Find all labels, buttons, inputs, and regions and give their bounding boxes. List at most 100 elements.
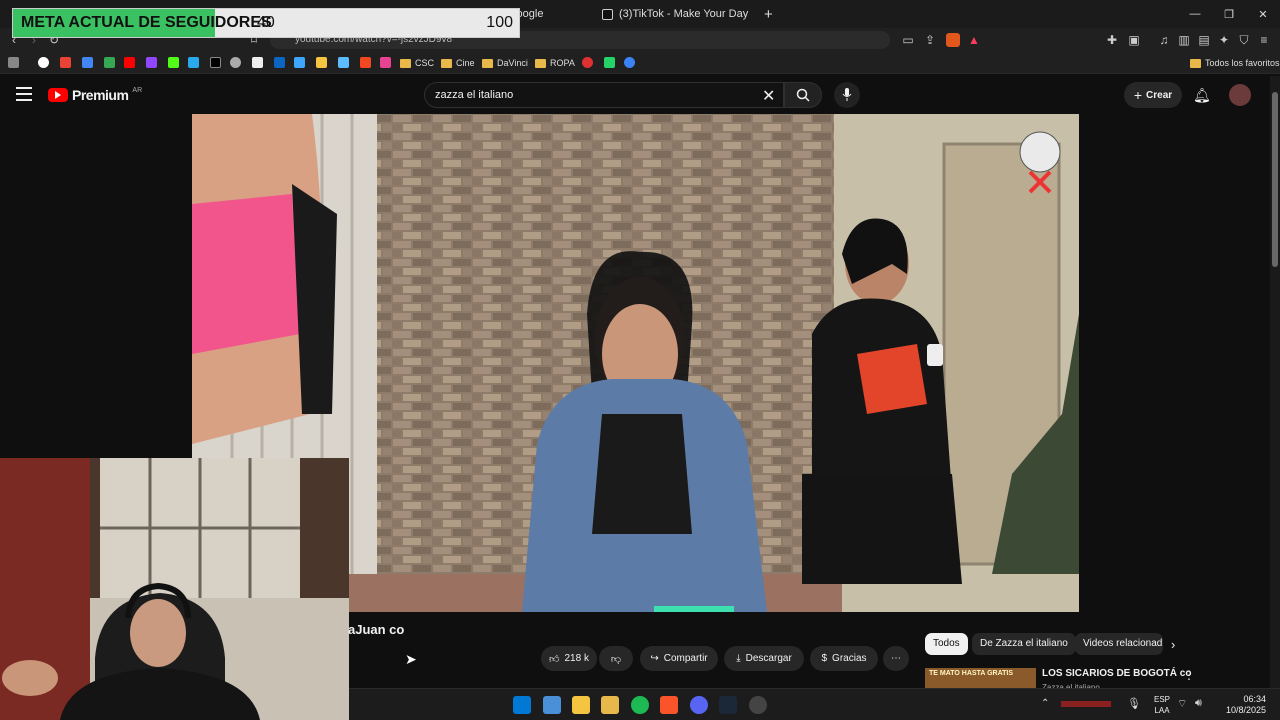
chip-all[interactable]: Todos <box>925 633 968 655</box>
bookmark-folder[interactable]: CSC <box>400 55 434 71</box>
search-icon <box>796 88 810 102</box>
youtube-bookmark-icon[interactable] <box>124 57 135 68</box>
goal-current-count: 40 <box>257 14 275 31</box>
threads-bookmark-icon[interactable] <box>230 57 241 68</box>
telegram-bookmark-icon[interactable] <box>188 57 199 68</box>
twitch-bookmark-icon[interactable] <box>146 57 157 68</box>
more-vertical-icon[interactable]: ⋮ <box>1183 668 1195 682</box>
goal-label: META ACTUAL DE SEGUIDORES <box>21 14 272 31</box>
screenshot-icon[interactable]: ▣ <box>1126 32 1142 48</box>
sticky-notes-icon[interactable] <box>572 696 590 714</box>
notifications-bell-icon[interactable]: 🔔︎ <box>1193 87 1211 104</box>
search-input[interactable]: zazza el italiano <box>424 82 784 108</box>
super-thanks-icon: $ <box>821 653 828 664</box>
microphone-tray-icon[interactable]: 🎙︎ <box>1127 697 1141 710</box>
clear-search-icon[interactable]: ✕ <box>762 86 775 106</box>
scrollbar-thumb[interactable] <box>1272 92 1278 267</box>
apps-grid-icon[interactable] <box>8 57 19 68</box>
chevron-right-icon[interactable]: › <box>1171 637 1175 652</box>
vpn-icon[interactable]: ⛉ <box>1236 32 1252 48</box>
windows-taskbar: ⌃ 🎙︎ ESP LAA ⌔ 🔊︎ 06:34 10/8/2025 <box>349 688 1280 720</box>
linkedin-bookmark-icon[interactable] <box>274 57 285 68</box>
bookmark-icon-4[interactable] <box>360 57 371 68</box>
google-bookmark-icon[interactable] <box>38 57 49 68</box>
kick-bookmark-icon[interactable] <box>168 57 179 68</box>
folder-icon <box>482 58 493 68</box>
youtube-premium-logo[interactable]: Premium AR <box>48 87 142 103</box>
youtube-play-icon <box>48 88 68 102</box>
share-button[interactable]: ↪ Compartir <box>640 646 718 671</box>
gmail-bookmark-icon[interactable] <box>60 57 71 68</box>
more-actions-button[interactable]: ⋯ <box>883 646 909 671</box>
like-button[interactable]: 👍︎ 218 k <box>541 646 597 671</box>
spotify-icon[interactable] <box>631 696 649 714</box>
hamburger-menu-icon[interactable] <box>16 87 32 101</box>
bookmark-folder[interactable]: ROPA <box>535 55 575 71</box>
media-icon[interactable]: ♫ <box>1156 32 1172 48</box>
hoodie-graphic <box>857 344 927 414</box>
country-code: AR <box>132 86 143 94</box>
rewards-icon[interactable]: ▲ <box>966 32 982 48</box>
system-clock[interactable]: 06:34 10/8/2025 <box>1226 694 1266 716</box>
tab-tiktok[interactable]: (3)TikTok - Make Your Day <box>594 4 756 24</box>
tray-meter-icon[interactable] <box>1061 701 1111 707</box>
whatsapp-bookmark-icon[interactable] <box>604 57 615 68</box>
photos-app-icon[interactable] <box>543 696 561 714</box>
avatar[interactable] <box>1229 84 1251 106</box>
volume-icon[interactable]: 🔊︎ <box>1195 697 1202 710</box>
maps-bookmark-icon[interactable] <box>104 57 115 68</box>
bookmark-icon-1[interactable] <box>294 57 305 68</box>
file-explorer-icon[interactable] <box>601 696 619 714</box>
bookmark-folder[interactable]: Cine <box>441 55 475 71</box>
close-icon[interactable]: ✕ <box>1246 0 1280 28</box>
more-horizontal-icon: ⋯ <box>891 653 901 664</box>
wifi-icon[interactable]: ⌔ <box>1177 697 1187 711</box>
all-bookmarks-folder[interactable]: Todos los favoritos <box>1190 55 1280 71</box>
thumbs-down-icon: 👎︎ <box>610 653 622 665</box>
bookmark-icon-7[interactable] <box>624 57 635 68</box>
bookmark-icon-2[interactable] <box>316 57 327 68</box>
chip-related[interactable]: Videos relacionad <box>1075 633 1163 655</box>
streamer-hand <box>2 660 58 696</box>
voice-search-button[interactable] <box>834 82 860 108</box>
cast-icon[interactable]: ▭ <box>900 32 916 48</box>
obs-icon[interactable] <box>749 696 767 714</box>
brave-shield-icon[interactable] <box>946 33 960 47</box>
create-button[interactable]: + Crear <box>1124 82 1182 108</box>
page-scrollbar[interactable] <box>1270 76 1280 688</box>
sidebar-icon[interactable]: ▥ <box>1176 32 1192 48</box>
streamer-face <box>130 599 186 667</box>
extensions-icon[interactable]: ✚ <box>1104 32 1120 48</box>
phone-light <box>654 606 734 612</box>
dislike-button[interactable]: 👎︎ <box>599 646 633 671</box>
share-icon[interactable]: ⇪ <box>922 32 938 48</box>
chip-from-channel[interactable]: De Zazza el italiano <box>972 633 1076 655</box>
bookmark-icon-3[interactable] <box>338 57 349 68</box>
search-button[interactable] <box>784 82 822 108</box>
bookmark-icon-6[interactable] <box>582 57 593 68</box>
restore-icon[interactable]: ❐ <box>1212 0 1246 28</box>
new-tab-button[interactable]: + <box>756 4 781 24</box>
tiktok-bookmark-icon[interactable] <box>210 57 221 68</box>
suggested-thumbnail[interactable]: TE MATO HASTA GRATIS <box>925 668 1036 690</box>
leo-icon[interactable]: ✦ <box>1216 32 1232 48</box>
bookmark-icon-5[interactable] <box>380 57 391 68</box>
discord-icon[interactable] <box>690 696 708 714</box>
calendar-bookmark-icon[interactable] <box>82 57 93 68</box>
tray-chevron-icon[interactable]: ⌃ <box>1041 698 1049 709</box>
amazon-bookmark-icon[interactable] <box>252 57 263 68</box>
steam-icon[interactable] <box>719 696 737 714</box>
bookmark-folder[interactable]: DaVinci <box>482 55 528 71</box>
download-button[interactable]: ⤓ Descargar <box>724 646 804 671</box>
folder-icon <box>1190 58 1201 68</box>
brave-browser-icon[interactable] <box>660 696 678 714</box>
wallet-icon[interactable]: ▤ <box>1196 32 1212 48</box>
suggested-title[interactable]: LOS SICARIOS DE BOGOTÁ co <box>1042 668 1191 679</box>
thanks-button[interactable]: $ Gracias <box>810 646 878 671</box>
thumbs-up-icon: 👍︎ <box>549 653 560 665</box>
keyboard-language[interactable]: ESP LAA <box>1154 694 1170 716</box>
windows-start-icon[interactable] <box>513 696 531 714</box>
minimize-icon[interactable]: — <box>1178 0 1212 28</box>
webcam-overlay <box>0 458 349 720</box>
menu-icon[interactable]: ≡ <box>1256 32 1272 48</box>
